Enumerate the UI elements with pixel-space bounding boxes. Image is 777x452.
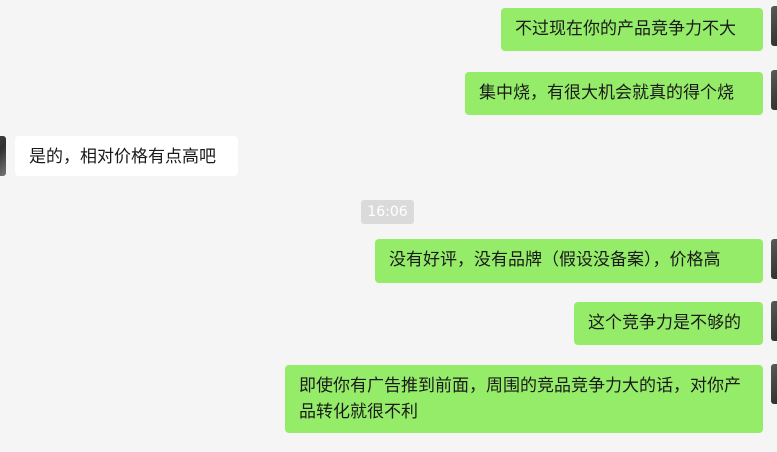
avatar[interactable] — [771, 6, 777, 46]
message-text: 没有好评，没有品牌（假设没备案），价格高 — [389, 250, 721, 270]
avatar[interactable] — [771, 301, 777, 341]
message-text: 是的，相对价格有点高吧 — [29, 147, 216, 167]
message-bubble-incoming[interactable]: 是的，相对价格有点高吧 — [15, 136, 238, 176]
message-bubble-outgoing[interactable]: 这个竞争力是不够的 — [574, 302, 763, 345]
message-bubble-outgoing[interactable]: 即使你有广告推到前面，周围的竞品竞争力大的话，对你产品转化就很不利 — [285, 365, 763, 433]
timestamp: 16:06 — [361, 200, 414, 224]
message-text: 不过现在你的产品竞争力不大 — [515, 19, 736, 39]
avatar[interactable] — [771, 364, 777, 404]
message-bubble-outgoing[interactable]: 没有好评，没有品牌（假设没备案），价格高 — [375, 239, 763, 283]
avatar[interactable] — [771, 239, 777, 279]
message-bubble-outgoing[interactable]: 不过现在你的产品竞争力不大 — [501, 8, 763, 51]
message-text: 即使你有广告推到前面，周围的竞品竞争力大的话，对你产品转化就很不利 — [299, 376, 741, 422]
message-text: 这个竞争力是不够的 — [588, 313, 741, 333]
avatar[interactable] — [771, 70, 777, 110]
message-bubble-outgoing[interactable]: 集中烧，有很大机会就真的得个烧 — [465, 72, 763, 115]
message-text: 集中烧，有很大机会就真的得个烧 — [479, 83, 734, 103]
avatar-contact[interactable] — [0, 136, 6, 176]
